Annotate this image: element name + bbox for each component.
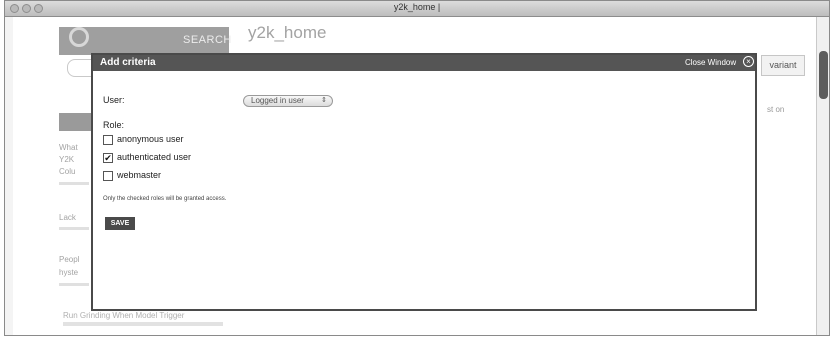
role-label: Role: (103, 120, 125, 130)
role-option-label: anonymous user (117, 134, 184, 144)
checkbox-authenticated-user[interactable]: ✔ (103, 153, 113, 163)
add-criteria-dialog: Add criteria Close Window × User: Logged… (91, 53, 757, 311)
scrollbar-thumb[interactable] (819, 51, 828, 99)
sidebar-text: Y2K (59, 155, 75, 164)
page-title: y2k_home (248, 23, 327, 42)
browser-window: y2k_home | SEARCH y2k_home variant st on… (4, 0, 830, 336)
dialog-title: Add criteria (100, 57, 156, 68)
sidebar-header-block (59, 113, 93, 131)
save-button[interactable]: SAVE (105, 217, 135, 230)
role-option-label: webmaster (117, 170, 162, 180)
checkbox-anonymous-user[interactable] (103, 135, 113, 145)
dialog-header: Add criteria Close Window × (93, 55, 755, 71)
select-arrows-icon: ⇕ (321, 97, 327, 104)
sidebar-text: Lack (59, 213, 76, 222)
sidebar-text: hyste (59, 268, 79, 277)
checkbox-webmaster[interactable] (103, 171, 113, 181)
access-note: Only the checked roles will be granted a… (103, 196, 227, 202)
search-label: SEARCH (183, 34, 232, 46)
sidebar-bottom-text: Run Grinding When Model Trigger (63, 311, 185, 320)
role-option-label: authenticated user (117, 152, 192, 162)
sidebar-divider (59, 182, 89, 185)
sidebar-divider (63, 322, 223, 326)
sidebar-text: Colu (59, 167, 76, 176)
title-bar: y2k_home | (5, 1, 829, 17)
tab-variant[interactable]: variant (761, 55, 805, 76)
background-snippet: st on (767, 105, 785, 114)
search-icon[interactable] (69, 27, 89, 47)
sidebar-divider (59, 227, 89, 230)
user-select-value: Logged in user (251, 96, 304, 105)
window-title: y2k_home | (393, 2, 441, 12)
close-icon[interactable]: × (743, 56, 754, 67)
user-select[interactable]: Logged in user ⇕ (243, 95, 333, 107)
sidebar-divider (59, 283, 89, 286)
close-window-link[interactable]: Close Window (685, 58, 736, 67)
sidebar-text: What (59, 143, 78, 152)
user-label: User: (103, 95, 125, 105)
sidebar-text: Peopl (59, 255, 80, 264)
